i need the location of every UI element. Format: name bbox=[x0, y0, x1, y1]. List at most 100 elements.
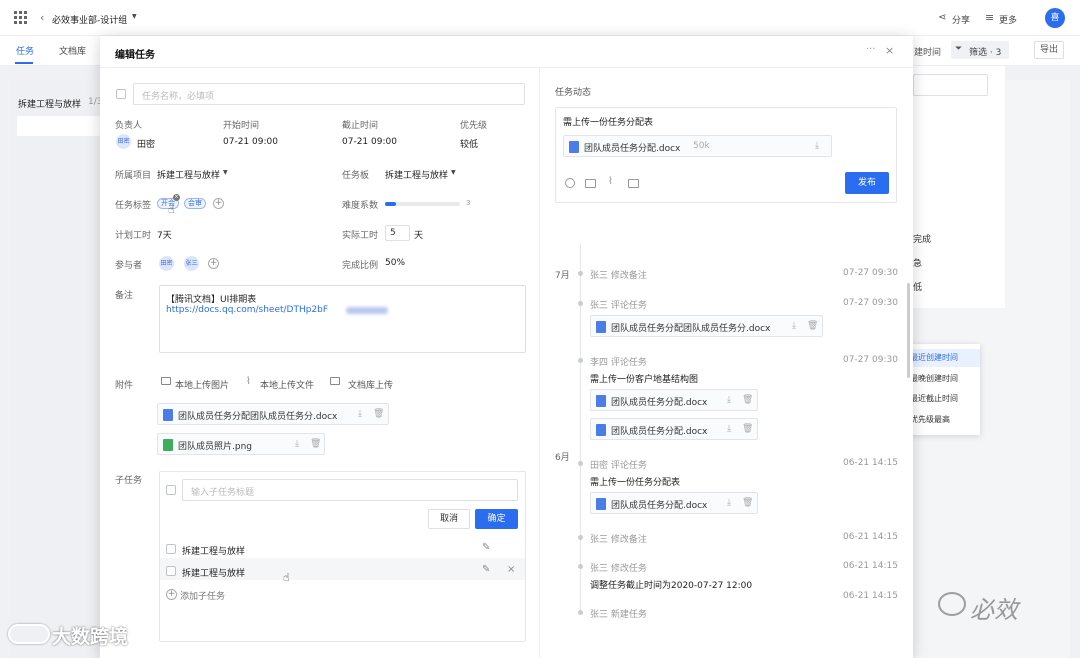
add-subtask-icon[interactable]: + bbox=[166, 589, 177, 600]
paperclip-icon[interactable]: ⌇ bbox=[608, 176, 613, 187]
breadcrumb[interactable]: 必效事业部-设计组 bbox=[52, 13, 127, 26]
comment-composer[interactable]: 需上传一份任务分配表 团队成员任务分配.docx 50k ⤓ ⌇ 发布 bbox=[555, 107, 897, 203]
notes-link[interactable]: https://docs.qq.com/sheet/DTHp2bF bbox=[166, 305, 328, 315]
project-value[interactable]: 拆建工程与放样 bbox=[157, 168, 220, 181]
difficulty-slider-track[interactable] bbox=[385, 202, 460, 206]
delete-icon[interactable]: 🗑 bbox=[742, 498, 753, 508]
emoji-icon[interactable] bbox=[565, 178, 575, 188]
right-search[interactable] bbox=[913, 74, 988, 96]
composer-attachment[interactable]: 团队成员任务分配.docx 50k ⤓ bbox=[563, 135, 832, 157]
sort-option-recent-created[interactable]: 最近创建时间 bbox=[906, 349, 980, 367]
event-attachment[interactable]: 团队成员任务分配.docx ⤓ 🗑 bbox=[590, 418, 758, 440]
filter-button[interactable]: ⏷ 筛选 · 3 bbox=[951, 41, 1009, 59]
subtask-checkbox[interactable] bbox=[166, 566, 176, 576]
tags-label: 任务标签 bbox=[115, 201, 152, 211]
menu-icon[interactable]: ≡ bbox=[985, 11, 994, 24]
difficulty-slider-fill bbox=[385, 202, 397, 206]
folder-icon[interactable] bbox=[330, 377, 340, 385]
more-button[interactable]: 更多 bbox=[999, 13, 1017, 26]
delete-icon[interactable]: 🗑 bbox=[373, 409, 384, 419]
download-icon[interactable]: ⤓ bbox=[295, 439, 299, 449]
event-attachment[interactable]: 团队成员任务分配.docx ⤓ 🗑 bbox=[590, 389, 758, 411]
attachment-docx[interactable]: 团队成员任务分配团队成员任务分.docx ⤓ 🗑 bbox=[157, 403, 389, 425]
event-file-name: 团队成员任务分配.docx bbox=[611, 501, 708, 511]
edit-icon[interactable]: ✎ bbox=[482, 564, 490, 575]
apps-grid-icon[interactable] bbox=[14, 11, 27, 24]
end-time-value[interactable]: 07-21 09:00 bbox=[342, 137, 397, 147]
column-card[interactable] bbox=[17, 116, 100, 136]
priority-value[interactable]: 较低 bbox=[460, 137, 478, 150]
cancel-button[interactable]: 取消 bbox=[428, 509, 470, 529]
delete-icon[interactable]: 🗑 bbox=[807, 321, 818, 331]
sort-option-latest-created[interactable]: 最晚创建时间 bbox=[906, 370, 958, 388]
publish-button[interactable]: 发布 bbox=[845, 172, 889, 194]
back-chevron-icon[interactable]: ‹ bbox=[40, 11, 44, 24]
chevron-down-icon[interactable]: ▼ bbox=[132, 13, 137, 20]
docx-file-icon bbox=[596, 498, 606, 510]
download-icon[interactable]: ⤓ bbox=[358, 409, 362, 419]
tab-library[interactable]: 文档库 bbox=[59, 44, 86, 57]
download-icon[interactable]: ⤓ bbox=[727, 395, 731, 405]
board-value[interactable]: 拆建工程与放样 bbox=[385, 168, 448, 181]
confirm-button[interactable]: 确定 bbox=[475, 509, 518, 529]
task-name-input[interactable]: 任务名称，必填项 bbox=[133, 83, 525, 105]
image-icon[interactable] bbox=[161, 377, 171, 385]
completion-value[interactable]: 50% bbox=[385, 258, 405, 268]
download-icon[interactable]: ⤓ bbox=[792, 321, 796, 331]
add-tag-icon[interactable]: + bbox=[213, 198, 224, 209]
subtask-title-input[interactable]: 输入子任务标题 bbox=[182, 479, 518, 501]
folder-icon[interactable] bbox=[628, 179, 639, 188]
event-time: 06-21 14:15 bbox=[843, 561, 898, 571]
add-member-icon[interactable]: + bbox=[208, 258, 219, 269]
notes-textarea[interactable]: 【腾讯文档】UI排期表 https://docs.qq.com/sheet/DT… bbox=[159, 285, 526, 353]
subtask-new-checkbox[interactable] bbox=[166, 485, 176, 495]
image-icon[interactable] bbox=[585, 179, 596, 188]
project-chevron-icon[interactable]: ▼ bbox=[223, 169, 228, 176]
assignee-avatar[interactable]: 田密 bbox=[116, 134, 131, 149]
start-time-value[interactable]: 07-21 09:00 bbox=[223, 137, 278, 147]
tag-review[interactable]: 会审 bbox=[184, 198, 206, 209]
download-icon[interactable]: ⤓ bbox=[727, 498, 731, 508]
tag-remove-icon[interactable]: × bbox=[173, 194, 180, 201]
add-subtask-button[interactable]: 添加子任务 bbox=[180, 589, 225, 602]
subtask-title[interactable]: 拆建工程与放样 bbox=[182, 544, 245, 557]
attachments-label: 附件 bbox=[115, 381, 134, 391]
subtask-checkbox[interactable] bbox=[166, 544, 176, 554]
edit-icon[interactable]: ✎ bbox=[482, 542, 490, 553]
share-icon[interactable]: ⋖ bbox=[938, 12, 946, 23]
event-attachment[interactable]: 团队成员任务分配团队成员任务分.docx ⤓ 🗑 bbox=[590, 315, 823, 337]
upload-library-button[interactable]: 文档库上传 bbox=[348, 378, 393, 391]
actual-hours-input[interactable]: 5 bbox=[385, 225, 410, 241]
paperclip-icon[interactable]: ⌇ bbox=[246, 376, 251, 387]
member-avatar-zhangsan[interactable]: 张三 bbox=[184, 256, 199, 271]
activity-scrollbar[interactable] bbox=[907, 283, 910, 378]
event-time: 07-27 09:30 bbox=[843, 298, 898, 308]
timeline-dot bbox=[578, 358, 583, 363]
download-icon[interactable]: ⤓ bbox=[815, 141, 819, 151]
export-button[interactable]: 导出 bbox=[1034, 41, 1064, 59]
task-complete-checkbox[interactable] bbox=[116, 89, 126, 99]
upload-file-button[interactable]: 本地上传文件 bbox=[260, 378, 314, 391]
tab-task[interactable]: 任务 bbox=[16, 44, 34, 57]
delete-icon[interactable]: 🗑 bbox=[742, 424, 753, 434]
download-icon[interactable]: ⤓ bbox=[727, 424, 731, 434]
event-actor: 张三 修改备注 bbox=[590, 271, 647, 281]
end-time-label: 截止时间 bbox=[342, 121, 379, 131]
assignee-name[interactable]: 田密 bbox=[137, 137, 155, 150]
delete-icon[interactable]: 🗑 bbox=[742, 395, 753, 405]
close-icon[interactable]: × bbox=[885, 44, 894, 57]
attachment-png[interactable]: 团队成员照片.png ⤓ 🗑 bbox=[157, 433, 325, 455]
board-chevron-icon[interactable]: ▼ bbox=[451, 169, 456, 176]
delete-icon[interactable]: 🗑 bbox=[310, 439, 321, 449]
build-time-sort[interactable]: 建时间 bbox=[914, 45, 941, 58]
share-button[interactable]: 分享 bbox=[952, 13, 970, 26]
subtask-title[interactable]: 拆建工程与放样 bbox=[182, 566, 245, 579]
plan-hours-value[interactable]: 7天 bbox=[157, 228, 172, 241]
more-dots-icon[interactable]: ··· bbox=[866, 44, 876, 55]
sort-option-recent-deadline[interactable]: 最近截止时间 bbox=[906, 390, 958, 408]
user-avatar[interactable]: 喜 bbox=[1045, 8, 1065, 28]
member-avatar-tianmi[interactable]: 田密 bbox=[159, 256, 174, 271]
delete-subtask-icon[interactable]: × bbox=[507, 564, 515, 575]
upload-image-button[interactable]: 本地上传图片 bbox=[175, 378, 229, 391]
event-attachment[interactable]: 团队成员任务分配.docx ⤓ 🗑 bbox=[590, 492, 758, 514]
